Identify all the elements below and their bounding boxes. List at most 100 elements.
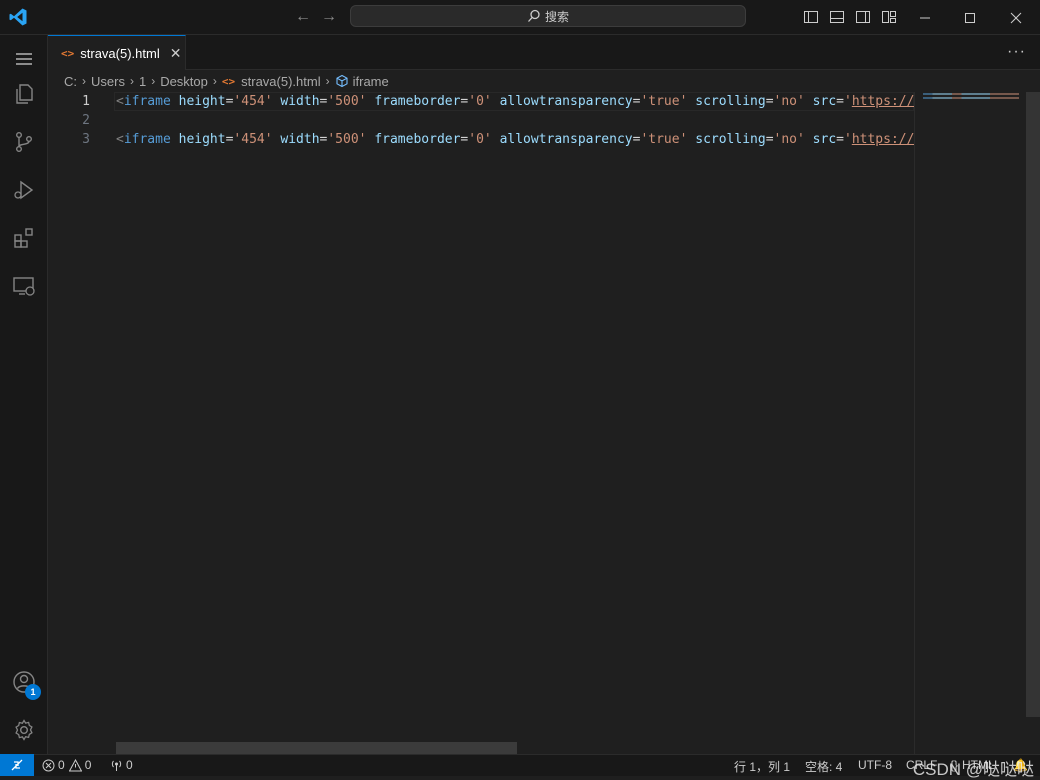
error-icon [42, 759, 55, 771]
encoding[interactable]: UTF-8 [858, 758, 892, 772]
minimap-line [923, 93, 1019, 95]
remote-indicator[interactable] [0, 754, 34, 776]
close-tab-icon[interactable]: ✕ [170, 45, 182, 62]
horizontal-scrollbar[interactable] [116, 742, 517, 754]
command-center-search[interactable]: 搜索 [350, 5, 746, 27]
code-token: iframe [123, 132, 171, 147]
warning-count: 0 [84, 758, 92, 772]
code-token: '500' [327, 132, 367, 147]
code-token: frameborder [374, 132, 461, 147]
broadcast-icon [111, 760, 122, 771]
code-token: https://www.strava.com [851, 94, 914, 109]
more-actions-icon[interactable]: ··· [1007, 43, 1026, 61]
source-control-icon [15, 132, 32, 153]
code-token: width [280, 132, 320, 147]
close-window-button[interactable] [993, 0, 1039, 35]
remote-explorer-icon [13, 277, 35, 296]
breadcrumb-item[interactable]: iframe [353, 74, 389, 89]
manage-button[interactable] [0, 706, 48, 754]
line-number: 2 [82, 113, 90, 128]
vscode-logo-icon [9, 8, 27, 26]
code-token: src [812, 132, 837, 147]
line-number: 3 [82, 132, 90, 147]
code-token: = [836, 94, 844, 109]
vertical-scrollbar[interactable] [1026, 92, 1040, 717]
code-line[interactable]: 2 [48, 111, 914, 130]
run-debug-button[interactable] [0, 166, 48, 214]
code-token: '0' [468, 132, 492, 147]
code-token: = [765, 132, 774, 147]
code-token: frameborder [374, 94, 461, 109]
ports-indicator[interactable]: 0 [110, 758, 133, 772]
code-line[interactable]: 3 <iframe height = '454' width = '500' frameb… [48, 130, 914, 149]
source-control-button[interactable] [0, 118, 48, 166]
code-token: = [765, 94, 774, 109]
close-icon [1010, 12, 1022, 23]
symbol-element-icon [336, 74, 348, 88]
cursor-position[interactable]: 行 1，列 1 [734, 758, 790, 775]
breadcrumb-item[interactable]: strava(5).html [241, 74, 320, 89]
problems-indicator[interactable]: 0 0 [42, 758, 91, 772]
code-token: '500' [327, 94, 367, 109]
code-text[interactable]: <iframe height = '454' width = '500' framebo… [116, 92, 914, 111]
watermark: CSDN @哒哒哒 [912, 760, 1034, 779]
breadcrumb-item[interactable]: C: [64, 74, 77, 89]
remote-icon [11, 759, 23, 771]
code-token: scrolling [695, 132, 766, 147]
code-token: ' [843, 132, 852, 147]
chevron-right-icon: › [212, 74, 217, 88]
code-token: '454' [233, 132, 273, 147]
code-token: < [116, 132, 124, 147]
files-icon [16, 84, 33, 104]
chevron-right-icon: › [129, 74, 134, 88]
forward-arrow-icon[interactable]: → [320, 8, 338, 26]
title-bar: ← → 搜索 [0, 0, 1040, 35]
maximize-icon [965, 12, 975, 23]
maximize-button[interactable] [947, 0, 993, 35]
chevron-right-icon: › [82, 74, 86, 88]
editor-tab-bar: <> strava(5).html ✕ ··· [48, 35, 1040, 70]
run-debug-icon [14, 180, 34, 200]
breadcrumb-item[interactable]: Users [91, 74, 125, 89]
error-count: 0 [58, 758, 65, 772]
search-icon [528, 9, 540, 22]
extensions-icon [14, 228, 33, 248]
code-token: width [280, 94, 320, 109]
code-text[interactable]: <iframe height = '454' width = '500' framebo… [116, 130, 914, 149]
code-token: '454' [233, 94, 273, 109]
breadcrumb-item[interactable]: 1 [139, 74, 146, 89]
extensions-button[interactable] [0, 214, 48, 262]
remote-explorer-button[interactable] [0, 262, 48, 310]
code-token: = [836, 132, 844, 147]
accounts-badge: 1 [25, 684, 41, 700]
toggle-primary-sidebar-icon[interactable] [803, 9, 819, 25]
back-arrow-icon[interactable]: ← [294, 8, 312, 26]
breadcrumb-item[interactable]: Desktop [160, 74, 208, 89]
minimize-button[interactable] [902, 0, 948, 35]
customize-layout-icon[interactable] [881, 9, 897, 25]
code-token: iframe [123, 94, 171, 109]
code-token: https://www.strava.com [851, 132, 914, 147]
toggle-secondary-sidebar-icon[interactable] [855, 9, 871, 25]
indentation[interactable]: 空格: 4 [805, 758, 842, 775]
line-number: 1 [82, 94, 90, 109]
toggle-panel-icon[interactable] [829, 9, 845, 25]
search-label: 搜索 [544, 9, 569, 24]
ports-count: 0 [126, 758, 133, 772]
code-token: height [178, 132, 226, 147]
tab-strava-html[interactable]: <> strava(5).html ✕ [48, 35, 186, 70]
code-editor[interactable]: 1 <iframe height='454' width='500' frameb… [48, 92, 914, 754]
code-line[interactable]: 1 <iframe height = '454' width = '500' frameb… [48, 92, 914, 111]
minimap[interactable] [914, 92, 1026, 754]
explorer-button[interactable] [0, 70, 48, 118]
chevron-right-icon: › [325, 74, 330, 88]
code-token: 'true' [640, 94, 688, 109]
breadcrumb: C: › Users › 1 › Desktop › <> strava(5).… [48, 70, 1040, 92]
accounts-button[interactable]: 1 [0, 658, 48, 706]
